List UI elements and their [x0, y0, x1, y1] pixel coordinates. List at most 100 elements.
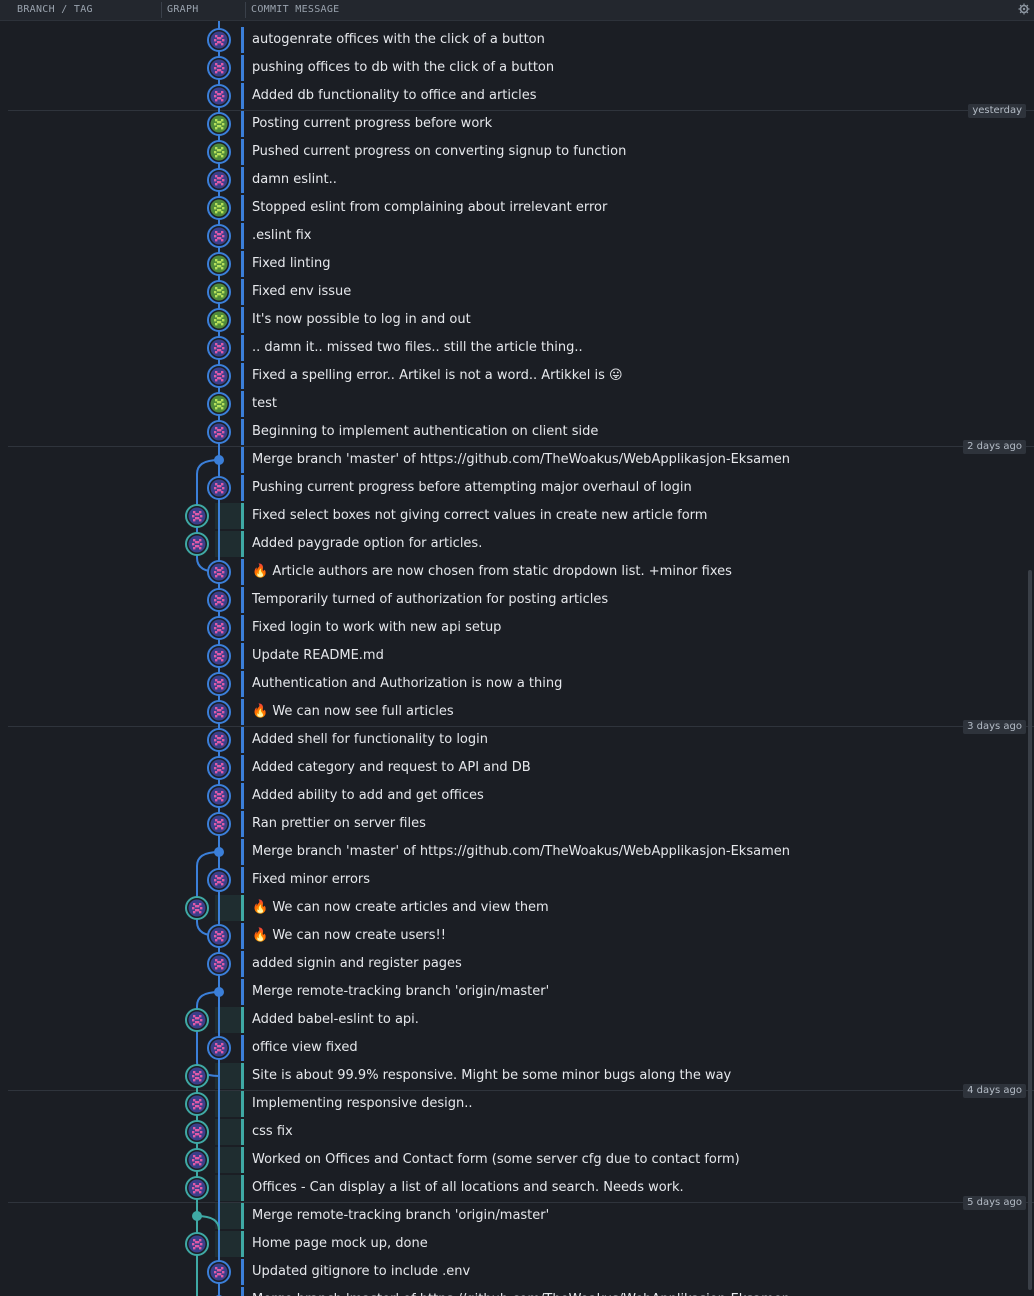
avatar-pixel: [192, 1131, 195, 1134]
branch-color-bar: [241, 1119, 244, 1145]
avatar-pixel: [215, 435, 218, 438]
avatar-pixel: [221, 883, 224, 886]
avatar-pixel: [219, 429, 222, 432]
avatar-pixel: [221, 99, 224, 102]
author-avatar: [210, 283, 228, 301]
branch-color-bar: [241, 447, 244, 473]
branch-color-bar: [241, 643, 244, 669]
avatar-pixel: [214, 403, 217, 406]
branch-color-bar: [241, 811, 244, 837]
merge-commit-node: [214, 987, 224, 997]
branch-tag-column-header[interactable]: BRANCH / TAG: [17, 0, 93, 20]
avatar-pixel: [214, 487, 217, 490]
branch-color-bar: [241, 503, 244, 529]
commit-message: Pushing current progress before attempti…: [252, 480, 692, 495]
branch-color-bar: [241, 139, 244, 165]
graph-column-header[interactable]: GRAPH: [167, 0, 199, 20]
branch-color-bar: [241, 531, 244, 557]
avatar-pixel: [219, 653, 222, 656]
date-badge: 3 days ago: [963, 720, 1026, 734]
avatar-pixel: [200, 1159, 203, 1162]
avatar-pixel: [222, 935, 225, 938]
author-avatar: [188, 1011, 206, 1029]
avatar-pixel: [221, 183, 224, 186]
avatar-pixel: [219, 737, 222, 740]
avatar-pixel: [215, 603, 218, 606]
avatar-pixel: [222, 795, 225, 798]
author-avatar: [188, 1067, 206, 1085]
avatar-pixel: [199, 911, 202, 914]
avatar-pixel: [222, 627, 225, 630]
avatar-pixel: [221, 659, 224, 662]
author-avatar: [210, 479, 228, 497]
avatar-pixel: [214, 795, 217, 798]
avatar-pixel: [215, 715, 218, 718]
branch-color-bar: [241, 1287, 244, 1296]
author-avatar: [210, 171, 228, 189]
avatar-pixel: [222, 39, 225, 42]
commit-message: Worked on Offices and Contact form (some…: [252, 1152, 740, 1167]
avatar-pixel: [199, 1107, 202, 1110]
avatar-pixel: [215, 127, 218, 130]
author-avatar: [188, 1179, 206, 1197]
avatar-pixel: [193, 1107, 196, 1110]
commit-message: 🔥 We can now create users!!: [252, 928, 446, 943]
avatar-pixel: [215, 491, 218, 494]
avatar-pixel: [197, 1157, 200, 1160]
column-resize-handle[interactable]: [161, 2, 162, 18]
avatar-pixel: [222, 347, 225, 350]
avatar-pixel: [197, 1185, 200, 1188]
avatar-pixel: [219, 933, 222, 936]
branch-color-bar: [241, 363, 244, 389]
avatar-pixel: [192, 1243, 195, 1246]
date-badge: 5 days ago: [963, 1196, 1026, 1210]
commit-message: It's now possible to log in and out: [252, 312, 471, 327]
avatar-pixel: [222, 263, 225, 266]
commit-message: Beginning to implement authentication on…: [252, 424, 599, 439]
avatar-pixel: [215, 43, 218, 46]
author-avatar: [210, 647, 228, 665]
avatar-pixel: [221, 155, 224, 158]
commit-message: damn eslint..: [252, 172, 337, 187]
author-avatar: [210, 395, 228, 413]
avatar-pixel: [197, 513, 200, 516]
avatar-pixel: [200, 1131, 203, 1134]
avatar-pixel: [214, 235, 217, 238]
avatar-pixel: [222, 963, 225, 966]
author-avatar: [210, 59, 228, 77]
avatar-pixel: [215, 799, 218, 802]
avatar-pixel: [221, 575, 224, 578]
branch-color-bar: [241, 1259, 244, 1285]
avatar-pixel: [221, 799, 224, 802]
author-avatar: [210, 1263, 228, 1281]
commit-message-column-header[interactable]: COMMIT MESSAGE: [251, 0, 340, 20]
commit-message: .eslint fix: [252, 228, 312, 243]
avatar-pixel: [214, 95, 217, 98]
column-resize-handle[interactable]: [245, 2, 246, 18]
branch-color-bar: [241, 307, 244, 333]
avatar-pixel: [199, 519, 202, 522]
avatar-pixel: [219, 681, 222, 684]
avatar-pixel: [192, 1187, 195, 1190]
merge-commit-node: [214, 455, 224, 465]
avatar-pixel: [222, 291, 225, 294]
commit-message: Fixed linting: [252, 256, 331, 271]
branch-color-bar: [241, 251, 244, 277]
branch-color-bar: [241, 419, 244, 445]
avatar-pixel: [215, 883, 218, 886]
author-avatar: [210, 563, 228, 581]
vertical-scrollbar[interactable]: [1028, 570, 1032, 1290]
avatar-pixel: [222, 599, 225, 602]
merge-commit-node: [214, 847, 224, 857]
author-avatar: [188, 899, 206, 917]
avatar-pixel: [200, 1103, 203, 1106]
author-avatar: [210, 199, 228, 217]
commit-message: Site is about 99.9% responsive. Might be…: [252, 1068, 732, 1083]
branch-color-bar: [241, 1203, 244, 1229]
gear-icon[interactable]: [1018, 3, 1030, 15]
avatar-pixel: [214, 823, 217, 826]
avatar-pixel: [215, 939, 218, 942]
commit-message: Ran prettier on server files: [252, 816, 426, 831]
avatar-pixel: [219, 401, 222, 404]
branch-color-bar: [241, 727, 244, 753]
